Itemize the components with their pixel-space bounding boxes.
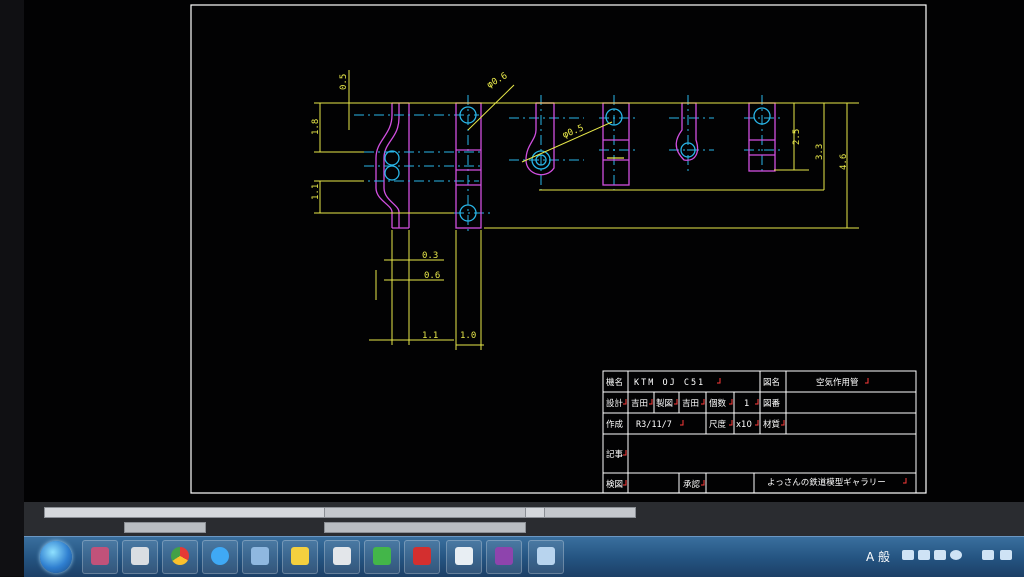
drawing-canvas[interactable]: 0.5 1.8 1.1 0.3 0.6 1.1 1.0 φ0.6 φ0.5 2.… [24,0,1024,500]
mail-icon [291,547,309,565]
dim-2-5: 2.5 [792,129,802,145]
tb-created-value: R3/11/7 [636,420,672,430]
windows-taskbar: A 般 [24,536,1024,577]
drawing-svg[interactable]: 0.5 1.8 1.1 0.3 0.6 1.1 1.0 φ0.6 φ0.5 2.… [24,0,1024,500]
taskbar-app-12[interactable] [528,540,564,574]
coordinate-field[interactable] [124,522,206,533]
taskbar-pdf[interactable] [404,540,440,574]
tb-checked-label: 検図 [606,479,623,490]
taskbar-app-11[interactable] [486,540,522,574]
part-side-view-3 [675,102,699,161]
app-11-icon [495,547,513,565]
taskbar-chrome[interactable] [162,540,198,574]
field-marks [623,378,907,486]
tb-material-label: 材質 [763,419,781,430]
help-icon[interactable] [950,550,962,560]
network-icon[interactable] [982,550,994,560]
drawing-frame [190,4,927,494]
tray-icon-3[interactable] [934,550,946,560]
taskbar-mail[interactable] [282,540,318,574]
dim-3-3: 3.3 [815,144,825,160]
app-10-icon [455,547,473,565]
volume-icon[interactable] [1000,550,1012,560]
ie-icon [211,547,229,565]
tb-notes-label: 記事 [606,449,624,460]
tb-model-label: 機名 [606,377,623,388]
tb-drawing-no-label: 図番 [763,398,781,409]
app-12-icon [537,547,555,565]
tray-icon-2[interactable] [918,550,930,560]
app-5-icon [251,547,269,565]
part-front-view-2 [602,102,630,186]
start-button[interactable] [40,541,72,573]
dim-1-1-bottom: 1.1 [422,331,438,341]
tb-gallery: よっさんの鉄道模型ギャラリー [767,477,886,488]
dim-0-3: 0.3 [422,251,438,261]
chrome-icon [171,547,189,565]
tb-model-value: KTM OJ C51 [634,378,705,388]
tb-drawing-name-value: 空気作用管 [816,377,859,388]
tb-approved-label: 承認 [683,479,701,490]
taskbar-app-1[interactable] [82,540,118,574]
mode-buttons[interactable] [324,507,526,518]
tb-quantity-value: 1 [744,399,749,409]
tb-drafting-value: 吉田 [682,399,699,409]
function-keys[interactable] [324,522,526,533]
app-1-icon [91,547,109,565]
taskbar-app-8[interactable] [364,540,400,574]
dim-phi-0-5: φ0.5 [561,123,585,140]
dim-0-5-top: 0.5 [339,74,349,90]
dim-0-6: 0.6 [424,271,440,281]
app-8-icon [373,547,391,565]
tb-design-value: 吉田 [631,399,648,409]
dim-phi-0-6: φ0.6 [486,71,510,91]
monitor-bezel [0,0,24,576]
dimension-lines [314,70,859,350]
layer-field[interactable] [544,507,636,518]
taskbar-app-7[interactable] [324,540,360,574]
title-block [602,370,917,494]
cad-status-bar [24,502,1024,536]
pdf-icon [413,547,431,565]
ime-indicator[interactable]: A 般 [866,548,890,565]
tb-created-label: 作成 [606,419,624,430]
tb-design-label: 設計 [606,398,624,409]
tb-scale-label: 尺度 [709,419,727,430]
app-7-icon [333,547,351,565]
taskbar-ie[interactable] [202,540,238,574]
taskbar-app-5[interactable] [242,540,278,574]
taskbar-app-10[interactable] [446,540,482,574]
tb-drafting-label: 製図 [656,398,673,409]
dim-1-1-left: 1.1 [311,184,321,200]
tb-drawing-name-label: 図名 [763,377,780,388]
app-2-icon [131,547,149,565]
system-tray: A 般 [842,537,1024,577]
centerlines [354,95,784,232]
tb-scale-value: x10 [736,420,752,430]
tb-quantity-label: 個数 [709,398,727,409]
dim-1-8: 1.8 [311,119,321,135]
cad-screen: 0.5 1.8 1.1 0.3 0.6 1.1 1.0 φ0.6 φ0.5 2.… [24,0,1024,536]
part-side-view-2 [525,102,555,176]
dim-1-0: 1.0 [460,331,476,341]
tray-icon-1[interactable] [902,550,914,560]
taskbar-app-2[interactable] [122,540,158,574]
dim-4-6: 4.6 [839,154,849,170]
